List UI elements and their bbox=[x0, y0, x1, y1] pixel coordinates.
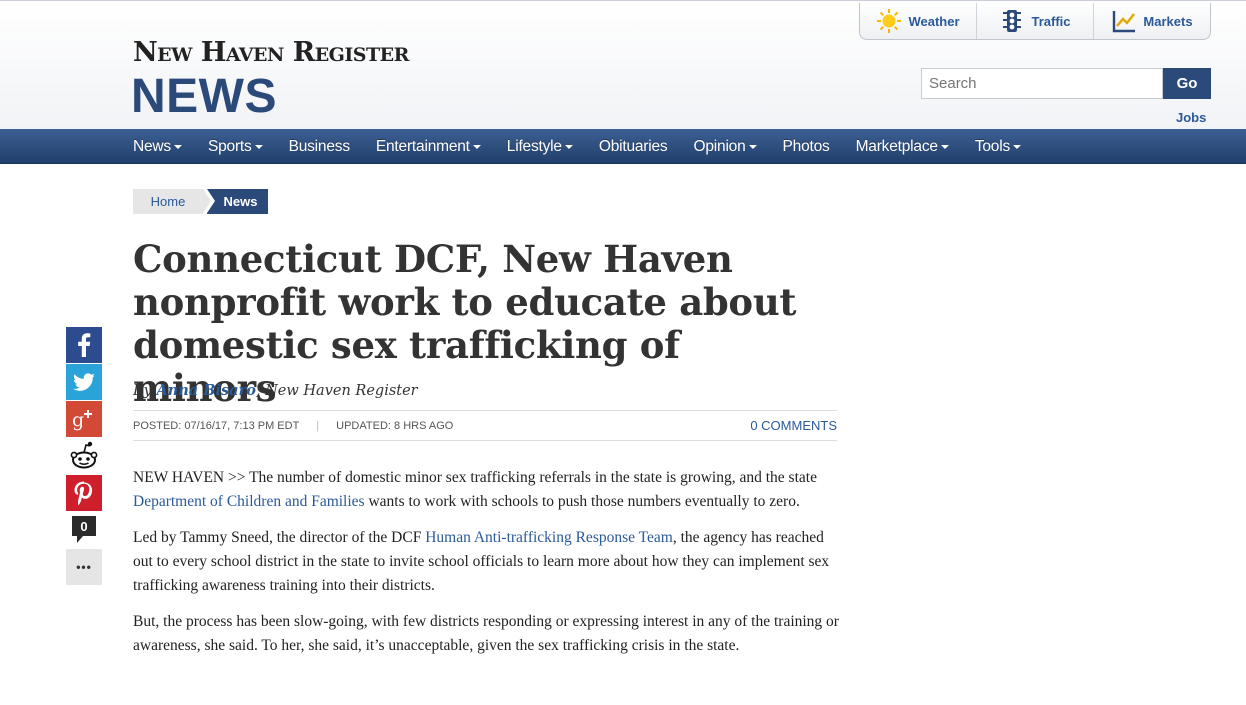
breadcrumb-current[interactable]: News bbox=[207, 189, 268, 214]
nav-item-sports[interactable]: Sports bbox=[195, 138, 276, 156]
article-meta: POSTED: 07/16/17, 7:13 PM EDT | UPDATED:… bbox=[133, 410, 837, 441]
comment-count-button[interactable]: 0 bbox=[66, 512, 102, 548]
sun-icon bbox=[876, 8, 902, 34]
facebook-share-button[interactable] bbox=[66, 327, 102, 363]
nav-label: Sports bbox=[207, 137, 252, 155]
chevron-down-icon bbox=[564, 145, 573, 149]
search-go-button[interactable]: Go bbox=[1163, 68, 1211, 99]
paragraph: Led by Tammy Sneed, the director of the … bbox=[133, 526, 843, 598]
site-header: New Haven Register NEWS Weather Traffic … bbox=[0, 0, 1246, 129]
paragraph: But, the process has been slow-going, wi… bbox=[133, 613, 839, 654]
svg-text:g: g bbox=[72, 409, 84, 431]
hart-link[interactable]: Human Anti-trafficking Response Team bbox=[425, 529, 673, 546]
quicklinks-bar: Weather Traffic Markets bbox=[859, 3, 1211, 40]
twitter-icon bbox=[73, 373, 95, 391]
reddit-icon bbox=[70, 441, 98, 469]
facebook-icon bbox=[78, 333, 91, 357]
markets-label: Markets bbox=[1143, 13, 1193, 29]
google-plus-share-button[interactable]: g bbox=[66, 401, 102, 437]
nav-label: Opinion bbox=[693, 137, 746, 155]
nav-label: News bbox=[133, 137, 171, 155]
breadcrumb-home[interactable]: Home bbox=[133, 189, 203, 214]
chevron-down-icon bbox=[940, 145, 949, 149]
author-link[interactable]: Anna Bisaro bbox=[156, 382, 255, 399]
chevron-down-icon bbox=[472, 145, 481, 149]
nav-label: Obituaries bbox=[598, 137, 668, 155]
nav-item-lifestyle[interactable]: Lifestyle bbox=[494, 138, 586, 156]
main-nav: News Sports Business Entertainment Lifes… bbox=[0, 129, 1246, 164]
search-input[interactable] bbox=[921, 68, 1163, 99]
paragraph-text: Led by Tammy Sneed, the director of the … bbox=[133, 529, 426, 546]
traffic-light-icon bbox=[999, 8, 1025, 34]
more-share-button[interactable]: ••• bbox=[66, 549, 102, 585]
weather-label: Weather bbox=[908, 13, 960, 29]
nav-label: Photos bbox=[782, 137, 830, 155]
comments-link[interactable]: 0 COMMENTS bbox=[750, 418, 837, 433]
nav-item-obituaries[interactable]: Obituaries bbox=[586, 138, 681, 156]
byline-affiliation: , New Haven Register bbox=[255, 383, 418, 399]
nav-item-tools[interactable]: Tools bbox=[962, 138, 1034, 156]
chevron-down-icon bbox=[1013, 145, 1022, 149]
nav-label: Business bbox=[288, 137, 350, 155]
nav-item-opinion[interactable]: Opinion bbox=[681, 138, 770, 156]
nav-label: Marketplace bbox=[855, 137, 938, 155]
nav-item-news[interactable]: News bbox=[120, 138, 195, 156]
nav-item-entertainment[interactable]: Entertainment bbox=[363, 138, 494, 156]
share-rail: g 0 ••• bbox=[66, 327, 102, 586]
section-logo[interactable]: NEWS bbox=[131, 69, 277, 124]
updated-timestamp: UPDATED: 8 HRS AGO bbox=[336, 419, 454, 432]
jobs-link[interactable]: Jobs bbox=[1176, 110, 1206, 125]
pinterest-share-button[interactable] bbox=[66, 475, 102, 511]
byline: By Anna Bisaro, New Haven Register bbox=[133, 382, 418, 399]
markets-link[interactable]: Markets bbox=[1094, 3, 1210, 39]
masthead-title[interactable]: New Haven Register bbox=[133, 37, 409, 68]
nav-item-business[interactable]: Business bbox=[276, 138, 363, 156]
meta-divider: | bbox=[316, 419, 320, 432]
chevron-down-icon bbox=[748, 145, 757, 149]
posted-timestamp: POSTED: 07/16/17, 7:13 PM EDT bbox=[133, 419, 300, 432]
nav-item-photos[interactable]: Photos bbox=[770, 138, 843, 156]
paragraph: NEW HAVEN >> The number of domestic mino… bbox=[133, 466, 843, 514]
traffic-link[interactable]: Traffic bbox=[977, 3, 1094, 39]
chevron-down-icon bbox=[254, 145, 263, 149]
paragraph-text: NEW HAVEN >> The number of domestic mino… bbox=[133, 469, 817, 486]
breadcrumb-separator bbox=[203, 189, 211, 213]
chevron-down-icon bbox=[173, 145, 182, 149]
nav-label: Tools bbox=[974, 137, 1011, 155]
dcf-link[interactable]: Department of Children and Families bbox=[133, 493, 365, 510]
nav-label: Lifestyle bbox=[506, 137, 562, 155]
comment-count: 0 bbox=[80, 519, 87, 534]
nav-item-marketplace[interactable]: Marketplace bbox=[843, 138, 962, 156]
paragraph-text: wants to work with schools to push those… bbox=[364, 493, 800, 510]
more-icon: ••• bbox=[76, 560, 92, 574]
traffic-label: Traffic bbox=[1031, 13, 1071, 29]
reddit-share-button[interactable] bbox=[66, 438, 102, 474]
comment-bubble-icon: 0 bbox=[72, 516, 96, 543]
article-body: NEW HAVEN >> The number of domestic mino… bbox=[133, 466, 843, 670]
byline-prefix: By bbox=[133, 383, 157, 399]
pinterest-icon bbox=[74, 481, 93, 506]
google-plus-icon: g bbox=[72, 409, 92, 431]
weather-link[interactable]: Weather bbox=[860, 3, 977, 39]
nav-label: Entertainment bbox=[375, 137, 470, 155]
twitter-share-button[interactable] bbox=[66, 364, 102, 400]
chart-icon bbox=[1111, 8, 1137, 34]
